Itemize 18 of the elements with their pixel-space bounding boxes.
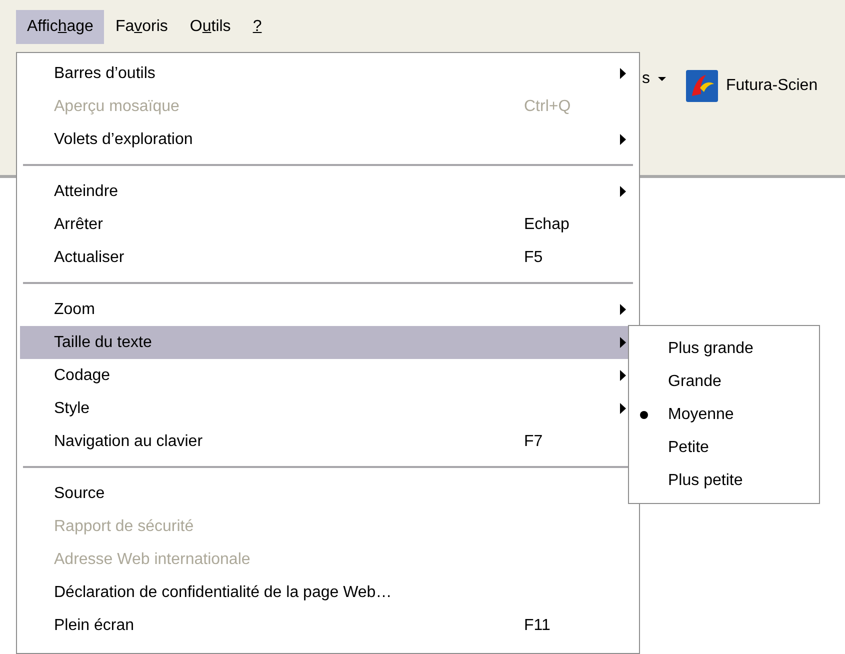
menu-item[interactable]: Arrêter Echap (20, 208, 636, 241)
menu-bar-item[interactable]: Affichage (16, 10, 104, 44)
toolbar-dropdown[interactable]: s (640, 66, 668, 92)
menu-item[interactable]: Plein écran F11 (20, 609, 636, 642)
toolbar-link[interactable]: Futura-Scien (686, 66, 818, 106)
menu-bar-item[interactable]: Outils (178, 10, 242, 44)
submenu-item[interactable]: Petite (632, 431, 816, 464)
submenu-item[interactable]: Plus petite (632, 464, 816, 497)
menu-item[interactable]: Volets d’exploration (20, 123, 636, 156)
menu-bar-item[interactable]: ? (242, 10, 273, 44)
menu-item[interactable]: Zoom (20, 293, 636, 326)
menu-item[interactable]: Actualiser F5 (20, 241, 636, 274)
logo-icon (686, 70, 718, 102)
menu-item[interactable]: Atteindre (20, 175, 636, 208)
menu-item[interactable]: Déclaration de confidentialité de la page Web… (20, 576, 636, 609)
menu-bar-item[interactable]: Favoris (104, 10, 179, 44)
menu-item[interactable]: Barres d’outils (20, 57, 636, 90)
caret-icon (658, 77, 666, 81)
